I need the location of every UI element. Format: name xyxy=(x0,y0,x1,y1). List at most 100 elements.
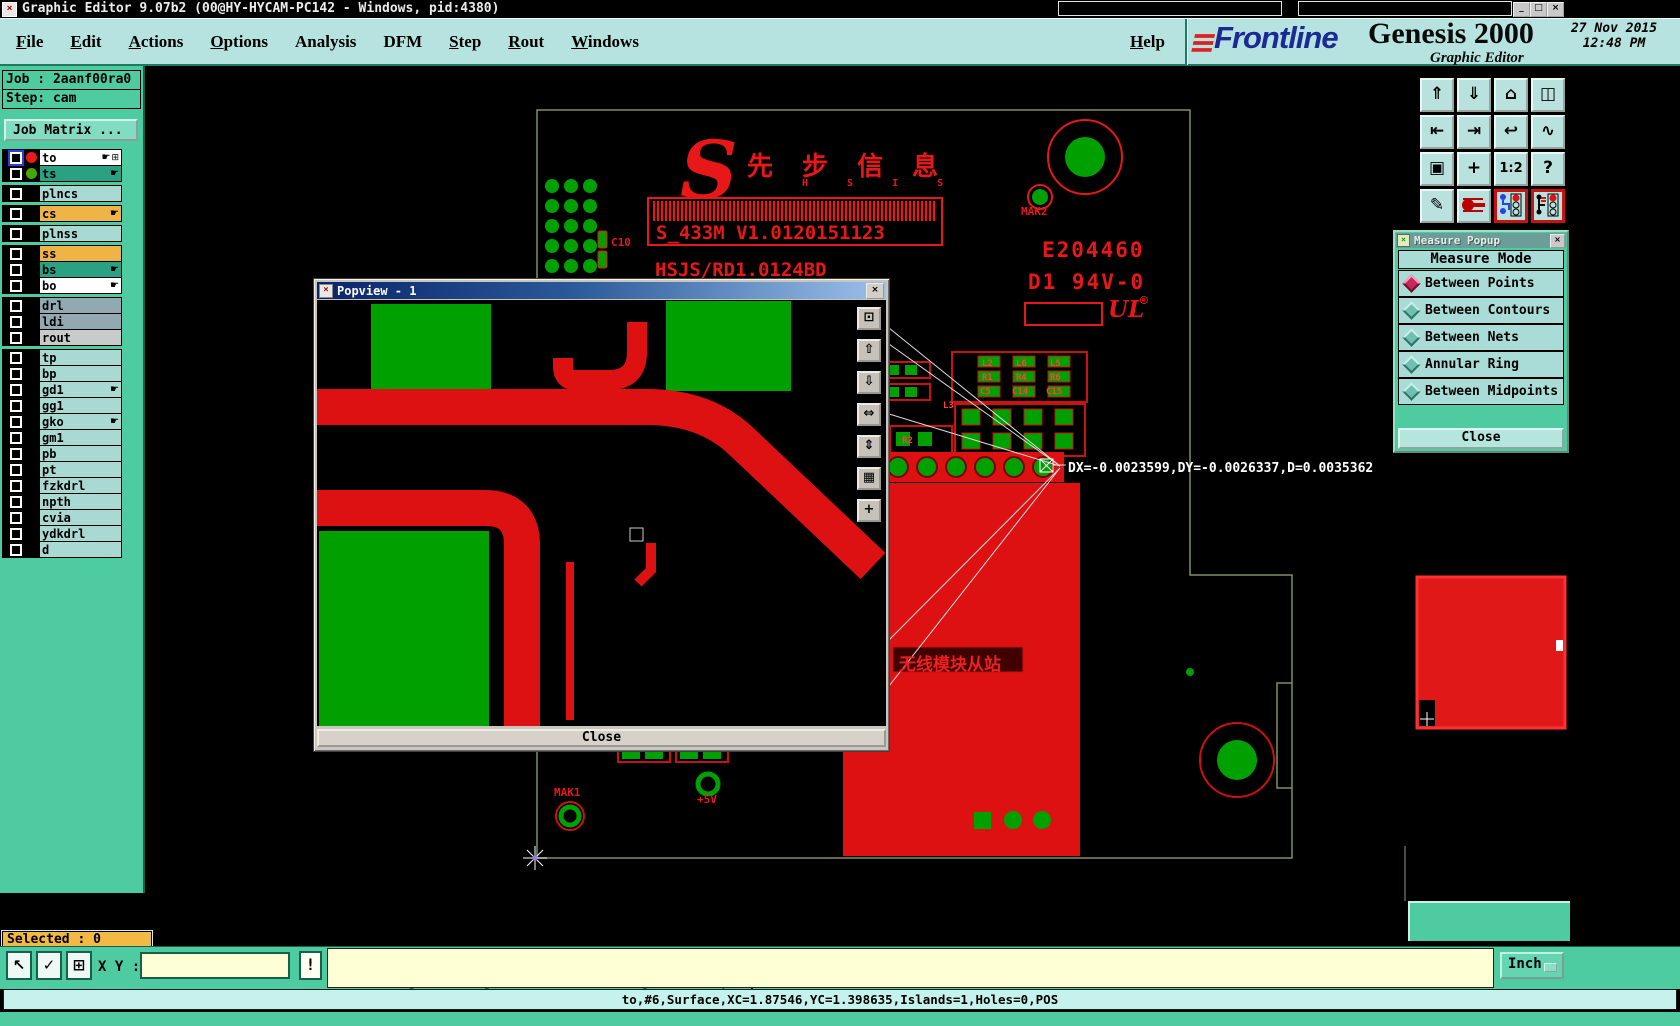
previous-view-button[interactable]: ↩ xyxy=(1494,115,1528,149)
layer-visibility-checkbox[interactable] xyxy=(10,331,22,344)
layer-visibility-checkbox[interactable] xyxy=(10,167,22,180)
layer-visibility-checkbox[interactable] xyxy=(10,527,22,540)
layer-name-cell[interactable]: d xyxy=(39,542,121,557)
restore-button[interactable]: □ xyxy=(1530,2,1547,17)
measure-popup-window[interactable]: × Measure Popup × Measure Mode Between P… xyxy=(1393,230,1569,453)
popview-zoom-button[interactable]: ⊡ xyxy=(857,307,881,330)
layer-visibility-checkbox[interactable] xyxy=(10,447,22,460)
layer-row-cvia[interactable]: cvia xyxy=(3,509,121,525)
layer-visibility-checkbox[interactable] xyxy=(10,383,22,396)
layer-row-bo[interactable]: bo ☛ xyxy=(3,277,121,293)
menu-rout[interactable]: Rout xyxy=(508,32,544,52)
layer-name-cell[interactable]: npth xyxy=(39,494,121,509)
popview-title-bar[interactable]: × Popview - 1 × xyxy=(317,282,886,299)
select-mode-button[interactable]: ↖ xyxy=(6,951,32,980)
layer-visibility-checkbox[interactable] xyxy=(10,263,22,276)
layer-row-drl[interactable]: drl xyxy=(3,298,121,313)
layer-row-d[interactable]: d xyxy=(3,541,121,557)
layer-row-gm1[interactable]: gm1 xyxy=(3,429,121,445)
layer-name-cell[interactable]: fzkdrl xyxy=(39,478,121,493)
layer-row-rout[interactable]: rout xyxy=(3,329,121,345)
units-dropdown[interactable]: Inch xyxy=(1500,952,1564,979)
layer-visibility-checkbox[interactable] xyxy=(10,227,22,240)
layer-name-cell[interactable]: gko ☛ xyxy=(39,414,121,429)
popview-grid-button[interactable]: ▦ xyxy=(857,467,881,490)
help-button[interactable]: ? xyxy=(1531,152,1565,186)
layer-name-cell[interactable]: ldi xyxy=(39,314,121,329)
layer-name-cell[interactable]: pb xyxy=(39,446,121,461)
popview-close-icon[interactable]: × xyxy=(866,282,884,299)
measure-option-between-points[interactable]: Between Points xyxy=(1398,270,1564,297)
layer-name-cell[interactable]: gg1 xyxy=(39,398,121,413)
job-matrix-button[interactable]: Job Matrix ... xyxy=(4,119,138,141)
layer-name-cell[interactable]: ts ☛ xyxy=(39,166,121,181)
layer-row-pb[interactable]: pb xyxy=(3,445,121,461)
layer-display-b-button[interactable] xyxy=(1531,189,1565,223)
measure-option-between-nets[interactable]: Between Nets xyxy=(1398,324,1564,351)
layer-visibility-checkbox[interactable] xyxy=(10,151,22,164)
scale-1-2-button[interactable]: 1:2 xyxy=(1494,152,1528,186)
popview-pan-vertical-button[interactable]: ⇕ xyxy=(857,435,881,458)
layer-visibility-checkbox[interactable] xyxy=(10,351,22,364)
measure-option-between-midpoints[interactable]: Between Midpoints xyxy=(1398,378,1564,405)
popview-window[interactable]: × Popview - 1 × ⊡ ⇧ ⇩ ⇔ ⇕ ▦ + Close xyxy=(313,278,890,752)
menu-actions[interactable]: Actions xyxy=(129,32,184,52)
layer-name-cell[interactable]: cs ☛ xyxy=(39,206,121,221)
layer-row-plnss[interactable]: plnss xyxy=(3,226,121,241)
layer-display-a-button[interactable] xyxy=(1494,189,1528,223)
layer-name-cell[interactable]: ss xyxy=(39,246,121,261)
layer-row-ss[interactable]: ss xyxy=(3,246,121,261)
layer-visibility-checkbox[interactable] xyxy=(10,495,22,508)
layer-row-gko[interactable]: gko ☛ xyxy=(3,413,121,429)
layer-visibility-checkbox[interactable] xyxy=(10,415,22,428)
layer-name-cell[interactable]: tp xyxy=(39,350,121,365)
layer-row-ldi[interactable]: ldi xyxy=(3,313,121,329)
layer-visibility-checkbox[interactable] xyxy=(10,187,22,200)
close-button[interactable]: × xyxy=(1547,2,1564,17)
layer-name-cell[interactable]: plncs xyxy=(39,186,121,201)
layer-name-cell[interactable]: bp xyxy=(39,366,121,381)
popview-pan-horizontal-button[interactable]: ⇔ xyxy=(857,403,881,426)
layer-visibility-checkbox[interactable] xyxy=(10,367,22,380)
layer-row-bp[interactable]: bp xyxy=(3,365,121,381)
layer-name-cell[interactable]: ydkdrl xyxy=(39,526,121,541)
layer-visibility-checkbox[interactable] xyxy=(10,511,22,524)
layer-name-cell[interactable]: bo ☛ xyxy=(39,278,121,293)
layer-name-cell[interactable]: pt xyxy=(39,462,121,477)
layer-visibility-checkbox[interactable] xyxy=(10,431,22,444)
menu-step[interactable]: Step xyxy=(449,32,481,52)
layer-name-cell[interactable]: plnss xyxy=(39,226,121,241)
layer-visibility-checkbox[interactable] xyxy=(10,207,22,220)
layer-name-cell[interactable]: to ☛ ⊞ xyxy=(39,150,121,165)
tools-button[interactable]: ✎ xyxy=(1420,189,1454,223)
menu-dfm[interactable]: DFM xyxy=(383,32,422,52)
zoom-out-button[interactable]: ⇓ xyxy=(1457,78,1491,112)
route-path-button[interactable]: ∿ xyxy=(1531,115,1565,149)
menu-edit[interactable]: Edit xyxy=(70,32,101,52)
popview-close-button[interactable]: Close xyxy=(317,729,886,747)
measure-option-between-contours[interactable]: Between Contours xyxy=(1398,297,1564,324)
menu-options[interactable]: Options xyxy=(210,32,268,52)
center-view-button[interactable]: + xyxy=(1457,152,1491,186)
layer-name-cell[interactable]: rout xyxy=(39,330,121,345)
home-view-button[interactable]: ⌂ xyxy=(1494,78,1528,112)
layer-visibility-checkbox[interactable] xyxy=(10,479,22,492)
layer-row-ts[interactable]: ts ☛ xyxy=(3,165,121,181)
menu-help[interactable]: Help xyxy=(1130,32,1165,52)
layer-name-cell[interactable]: gm1 xyxy=(39,430,121,445)
measure-popup-title-bar[interactable]: × Measure Popup × xyxy=(1396,233,1566,248)
layer-row-npth[interactable]: npth xyxy=(3,493,121,509)
alert-button[interactable]: ! xyxy=(299,951,322,980)
popview-center-button[interactable]: + xyxy=(857,499,881,522)
layer-row-bs[interactable]: bs ☛ xyxy=(3,261,121,277)
popview-pan-up-button[interactable]: ⇧ xyxy=(857,339,881,362)
layer-row-cs[interactable]: cs ☛ xyxy=(3,206,121,221)
layer-row-ydkdrl[interactable]: ydkdrl xyxy=(3,525,121,541)
grid-mode-button[interactable]: ⊞ xyxy=(66,951,92,980)
layer-visibility-checkbox[interactable] xyxy=(10,279,22,292)
layer-row-tp[interactable]: tp xyxy=(3,350,121,365)
layer-visibility-checkbox[interactable] xyxy=(10,247,22,260)
layer-name-cell[interactable]: gd1 ☛ xyxy=(39,382,121,397)
layer-row-to[interactable]: to ☛ ⊞ xyxy=(3,150,121,165)
board-overview-thumbnail[interactable] xyxy=(1417,577,1565,728)
